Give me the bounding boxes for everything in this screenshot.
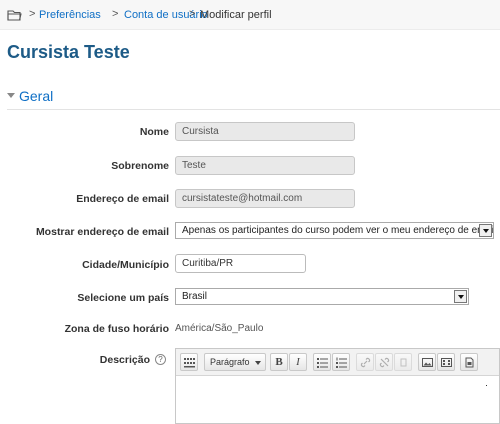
chevron-down-icon (479, 224, 492, 237)
chevron-down-icon (454, 290, 467, 303)
help-icon[interactable]: ? (155, 354, 166, 365)
media-icon (441, 358, 452, 367)
section-divider (7, 109, 500, 110)
toolbar-toggle-icon (184, 358, 195, 368)
pais-label: Selecione um país (77, 292, 169, 304)
fuso-value: América/São_Paulo (175, 323, 264, 334)
descricao-label: Descrição (99, 354, 150, 366)
toolbar-toggle-button[interactable] (180, 353, 198, 371)
bold-label: B (275, 356, 283, 368)
italic-label: I (296, 356, 300, 368)
page-title: Cursista Teste (7, 42, 130, 62)
unlink-button[interactable] (375, 353, 393, 371)
breadcrumb-preferencias[interactable]: Preferências (39, 9, 101, 21)
emoticon-icon (400, 358, 407, 367)
nome-label: Nome (139, 126, 169, 138)
link-button[interactable] (356, 353, 374, 371)
sobrenome-label: Sobrenome (111, 160, 169, 172)
emoticon-button[interactable] (394, 353, 412, 371)
image-button[interactable] (418, 353, 436, 371)
cidade-label: Cidade/Município (82, 259, 169, 271)
breadcrumb-separator: > (189, 8, 196, 20)
file-manager-icon (465, 357, 474, 368)
bold-button[interactable]: B (270, 353, 288, 371)
file-manager-button[interactable] (460, 353, 478, 371)
email-field[interactable]: cursistateste@hotmail.com (175, 189, 355, 208)
image-icon (422, 358, 433, 367)
media-button[interactable] (437, 353, 455, 371)
paragraph-format-select[interactable]: Parágrafo (204, 353, 266, 371)
fuso-label: Zona de fuso horário (64, 323, 169, 335)
ordered-list-icon (336, 357, 347, 368)
email-label: Endereço de email (76, 193, 169, 205)
paragraph-format-value: Parágrafo (210, 357, 250, 367)
sobrenome-field[interactable]: Teste (175, 156, 355, 175)
unordered-list-button[interactable] (313, 353, 331, 371)
link-icon (360, 357, 371, 368)
text-caret (486, 385, 487, 386)
email-display-label: Mostrar endereço de email (35, 226, 169, 238)
email-display-select-value: Apenas os participantes do curso podem v… (182, 225, 494, 236)
unlink-icon (379, 357, 390, 368)
breadcrumb-separator: > (112, 8, 119, 20)
pais-select-value: Brasil (182, 291, 208, 302)
unordered-list-icon (317, 358, 328, 368)
breadcrumb: > Preferências > Conta de usuário > Modi… (0, 0, 500, 30)
section-title-geral[interactable]: Geral (19, 88, 53, 104)
nome-field[interactable]: Cursista (175, 122, 355, 141)
ordered-list-button[interactable] (332, 353, 350, 371)
cidade-field[interactable]: Curitiba/PR (175, 254, 306, 273)
description-textarea[interactable] (176, 377, 499, 424)
home-folder-icon[interactable] (7, 9, 22, 21)
email-display-select[interactable]: Apenas os participantes do curso podem v… (175, 222, 494, 239)
breadcrumb-separator: > (29, 8, 36, 20)
description-editor: Parágrafo B I (175, 348, 500, 424)
editor-toolbar: Parágrafo B I (176, 349, 499, 376)
pais-select[interactable]: Brasil (175, 288, 469, 305)
section-collapse-icon[interactable] (7, 92, 15, 100)
italic-button[interactable]: I (289, 353, 307, 371)
breadcrumb-modificar-perfil: Modificar perfil (200, 9, 272, 21)
